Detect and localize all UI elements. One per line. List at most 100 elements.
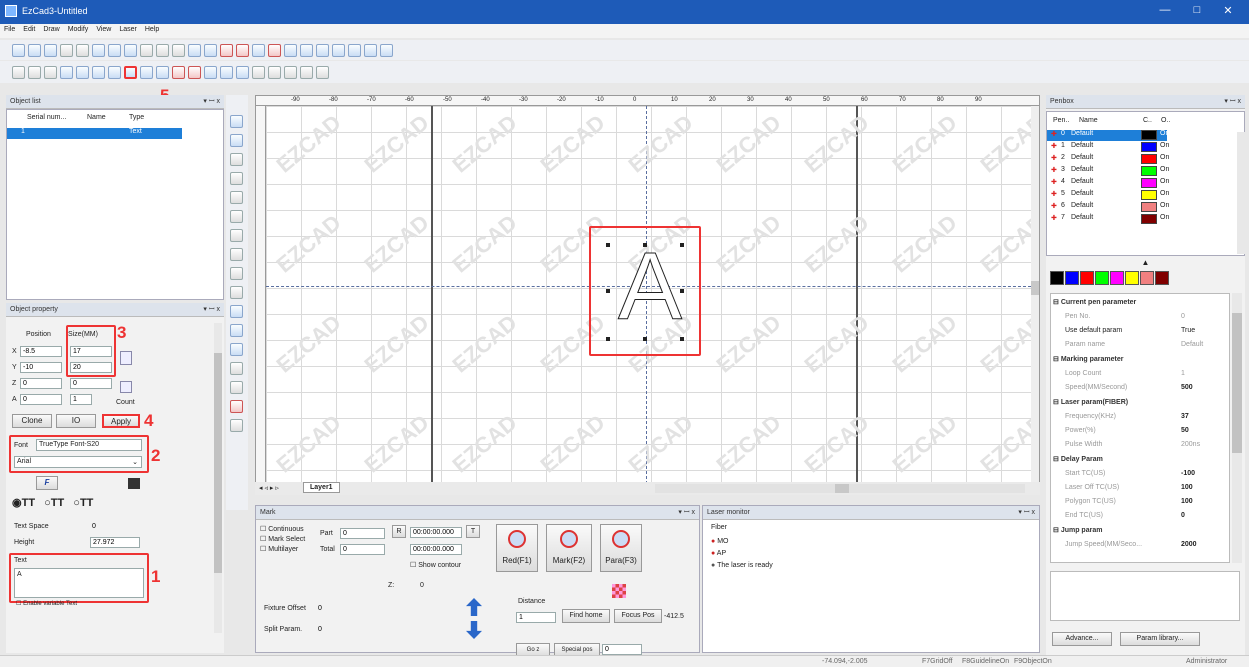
pen-on-status[interactable]: On [1160,178,1169,185]
scrollbar-thumb[interactable] [1232,313,1242,453]
text-right-icon[interactable] [284,65,297,79]
laser-off-tc-value[interactable]: 100 [1181,484,1193,491]
show-contour-checkbox[interactable]: ☐ Show contour [410,561,461,569]
font-name-select[interactable]: Arial ⌄ [14,456,142,468]
pen-row[interactable]: ✚ 4 Default On [1047,178,1237,189]
snap-icon[interactable] [172,43,185,57]
property-scrollbar[interactable] [214,323,222,633]
position-a-input[interactable] [20,394,62,405]
time-button[interactable]: T [466,525,480,538]
text-justify-icon[interactable] [300,65,313,79]
start-tc-value[interactable]: -100 [1181,470,1195,477]
new-file-icon[interactable] [12,43,25,57]
undo-icon[interactable] [108,43,121,57]
pen-row[interactable]: ✚ 7 Default On [1047,214,1237,225]
array-grid-icon[interactable] [120,381,132,393]
curve-tool-icon[interactable] [230,191,243,204]
split-param-input[interactable] [316,624,386,635]
part-input[interactable] [340,528,385,539]
save-file-icon[interactable] [44,43,57,57]
guide-icon[interactable] [156,43,169,57]
curve-icon[interactable] [236,65,249,79]
unlock-icon[interactable] [76,65,89,79]
line-tool-icon[interactable] [230,172,243,185]
continuous-checkbox[interactable]: ☐ Continuous [260,525,305,535]
layout-icon[interactable] [204,43,217,57]
ungroup-icon[interactable] [28,65,41,79]
pen-on-status[interactable]: On [1160,202,1169,209]
radio-horizontal[interactable]: ◉ [12,497,22,509]
handle[interactable] [606,243,610,247]
minimize-button[interactable]: — [1150,4,1180,16]
polygon-tool-icon[interactable] [230,267,243,280]
color-swatch[interactable] [1125,271,1139,285]
copy-icon[interactable] [76,43,89,57]
col-serial[interactable]: Serial num... [27,114,66,121]
vector-tool-icon[interactable] [230,362,243,375]
enable-variable-checkbox[interactable]: ☐ Enable variable Text [16,600,77,607]
col-on[interactable]: O.. [1161,117,1170,124]
radio-vertical[interactable]: ○ [44,497,51,509]
maximize-button[interactable]: □ [1182,4,1212,16]
grid-status[interactable]: F7GridOff [922,658,953,665]
measure-icon[interactable] [188,43,201,57]
hatch-icon[interactable] [220,43,233,57]
jump-speed-value[interactable]: 2000 [1181,541,1197,548]
mark-select-checkbox[interactable]: ☐ Mark Select [260,535,305,545]
ellipse-tool-icon[interactable] [230,248,243,261]
pen-row[interactable]: ✚ 1 Default On [1047,142,1237,153]
multilayer-checkbox[interactable]: ☐ Multilayer [260,545,305,555]
fixture-offset-input[interactable] [316,603,386,614]
pen-on-status[interactable]: On [1160,190,1169,197]
distance-input[interactable] [516,612,556,623]
menu-laser[interactable]: Laser [115,24,141,35]
canvas-area[interactable]: -90 -80 -70 -60 -50 -40 -30 -20 -10 0 10 20 30 40 50 60… [255,95,1040,495]
font-type-select[interactable]: TrueType Font-S20 [36,439,142,451]
expand-up-icon[interactable]: ▲ [1046,258,1245,268]
pen-color-swatch[interactable] [1141,202,1157,212]
col-pen[interactable]: Pen.. [1053,117,1069,124]
lock-icon[interactable] [60,65,73,79]
col-type[interactable]: Type [129,114,144,121]
menu-help[interactable]: Help [141,24,163,35]
pen-color-swatch[interactable] [1141,166,1157,176]
section-delay[interactable]: ⊟ Delay Param [1053,455,1103,463]
select-tool-icon[interactable] [230,115,243,128]
text-center-icon[interactable] [268,65,281,79]
section-current-pen[interactable]: ⊟ Current pen parameter [1053,298,1136,306]
point-tool-icon[interactable] [230,153,243,166]
align-icon[interactable] [140,65,153,79]
save-icon[interactable] [128,478,140,489]
pen-color-swatch[interactable] [1141,214,1157,224]
pen-on-status[interactable]: On [1160,166,1169,173]
convert-icon[interactable] [236,43,249,57]
down-arrow-icon[interactable] [466,621,482,639]
menu-file[interactable]: File [0,24,19,35]
color-swatch[interactable] [1155,271,1169,285]
text-tool-icon-side[interactable] [230,305,243,318]
zoom-out-icon[interactable] [300,43,313,57]
node-icon[interactable] [220,65,233,79]
color-swatch[interactable] [1080,271,1094,285]
pen-row[interactable]: ✚ 2 Default On [1047,154,1237,165]
scrollbar-thumb[interactable] [214,353,222,573]
polygon-tc-value[interactable]: 100 [1181,498,1193,505]
power-value[interactable]: 50 [1181,427,1189,434]
barcode-tool-icon[interactable] [230,324,243,337]
grid-icon[interactable] [140,43,153,57]
end-tc-value[interactable]: 0 [1181,512,1185,519]
param-library-button[interactable]: Param library... [1120,632,1200,646]
pen-on-status[interactable]: On [1160,130,1169,137]
text-space-input[interactable] [90,521,140,532]
text-space-icon[interactable] [316,65,329,79]
color-icon[interactable] [252,43,265,57]
io-button[interactable]: IO [56,414,96,428]
col-name[interactable]: Name [87,114,106,121]
menu-edit[interactable]: Edit [19,24,39,35]
focus-pos-button[interactable]: Focus Pos [614,609,662,623]
canvas-vertical-scrollbar[interactable] [1031,106,1039,484]
position-y-input[interactable] [20,362,62,373]
close-button[interactable]: ✕ [1213,4,1243,17]
panel-pin-icon[interactable]: ▾ ꟷ x [1018,508,1035,517]
scrollbar-thumb[interactable] [1031,281,1039,295]
